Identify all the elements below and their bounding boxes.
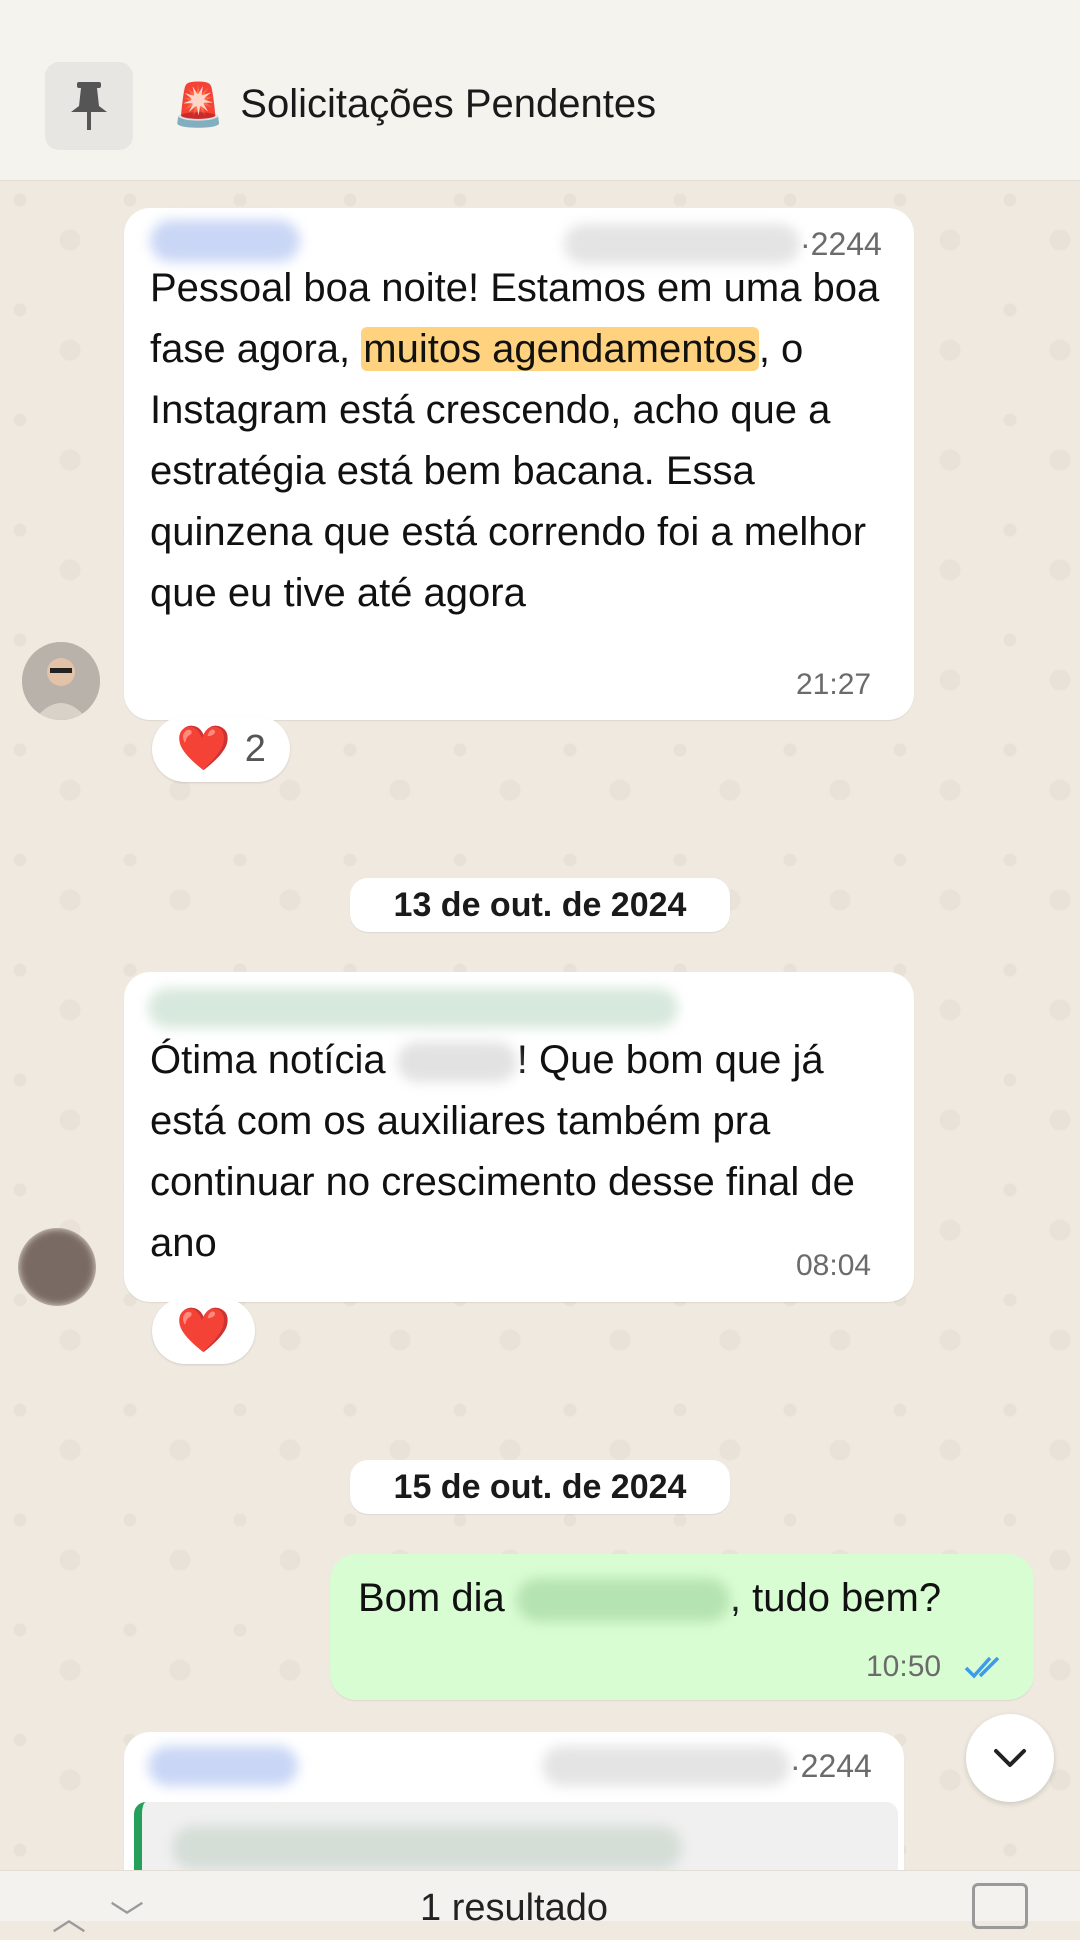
message-bubble-incoming[interactable]: Ótima notícia ! Que bom que já está com …	[124, 972, 914, 1302]
message-bubble-incoming[interactable]: ·2244 Pessoal boa noite! Estamos em uma …	[124, 208, 914, 720]
reaction-badge[interactable]: ❤️	[152, 1298, 255, 1364]
sender-phone-blurred	[542, 1746, 790, 1786]
message-text: Ótima notícia ! Que bom que já está com …	[150, 1038, 855, 1265]
heart-icon: ❤️	[176, 724, 231, 773]
search-results-bar: ︿ ﹀ 1 resultado	[0, 1870, 1080, 1938]
pin-button[interactable]	[45, 62, 133, 150]
message-text: Bom dia , tudo bem?	[358, 1568, 1028, 1629]
name-blurred	[515, 1578, 730, 1623]
chevron-down-icon[interactable]: ﹀	[110, 1891, 144, 1940]
message-time: 10:50	[866, 1650, 942, 1683]
heart-icon: ❤️	[176, 1306, 231, 1355]
results-count: 1 resultado	[420, 1887, 609, 1929]
message-time: 08:04	[796, 1249, 872, 1282]
chevron-down-icon	[994, 1749, 1026, 1767]
avatar[interactable]	[22, 642, 100, 720]
siren-icon: 🚨	[172, 80, 225, 128]
sender-name-blurred	[150, 220, 300, 262]
message-text: Pessoal boa noite! Estamos em uma boa fa…	[150, 266, 880, 615]
chat-area[interactable]: ·2244 Pessoal boa noite! Estamos em uma …	[0, 180, 1080, 1870]
read-ticks-icon	[964, 1656, 1000, 1679]
sender-phone-suffix: ·2244	[790, 1748, 872, 1784]
message-time: 21:27	[796, 668, 872, 701]
reaction-badge[interactable]: ❤️ 2	[152, 716, 290, 782]
pinned-header[interactable]: 🚨 Solicitações Pendentes	[0, 0, 1080, 181]
scroll-down-button[interactable]	[966, 1714, 1054, 1802]
chevron-up-icon[interactable]: ︿	[52, 1891, 86, 1940]
reaction-count: 2	[244, 727, 266, 770]
sender-name-blurred	[148, 988, 678, 1028]
date-separator: 15 de out. de 2024	[350, 1460, 730, 1514]
message-bubble-outgoing[interactable]: Bom dia , tudo bem? 10:50	[330, 1554, 1034, 1700]
calendar-icon[interactable]	[972, 1883, 1028, 1929]
quoted-message[interactable]	[134, 1802, 898, 1870]
pinned-title-text: Solicitações Pendentes	[240, 82, 657, 126]
date-separator: 13 de out. de 2024	[350, 878, 730, 932]
name-blurred	[396, 1042, 517, 1083]
sender-name-blurred	[148, 1746, 298, 1786]
message-bubble-incoming[interactable]: ·2244	[124, 1732, 904, 1870]
avatar[interactable]	[18, 1228, 96, 1306]
pinned-title[interactable]: 🚨 Solicitações Pendentes	[172, 82, 656, 127]
quoted-text-blurred	[172, 1826, 682, 1870]
highlighted-text: muitos agendamentos	[361, 327, 759, 371]
pin-icon	[71, 82, 107, 130]
